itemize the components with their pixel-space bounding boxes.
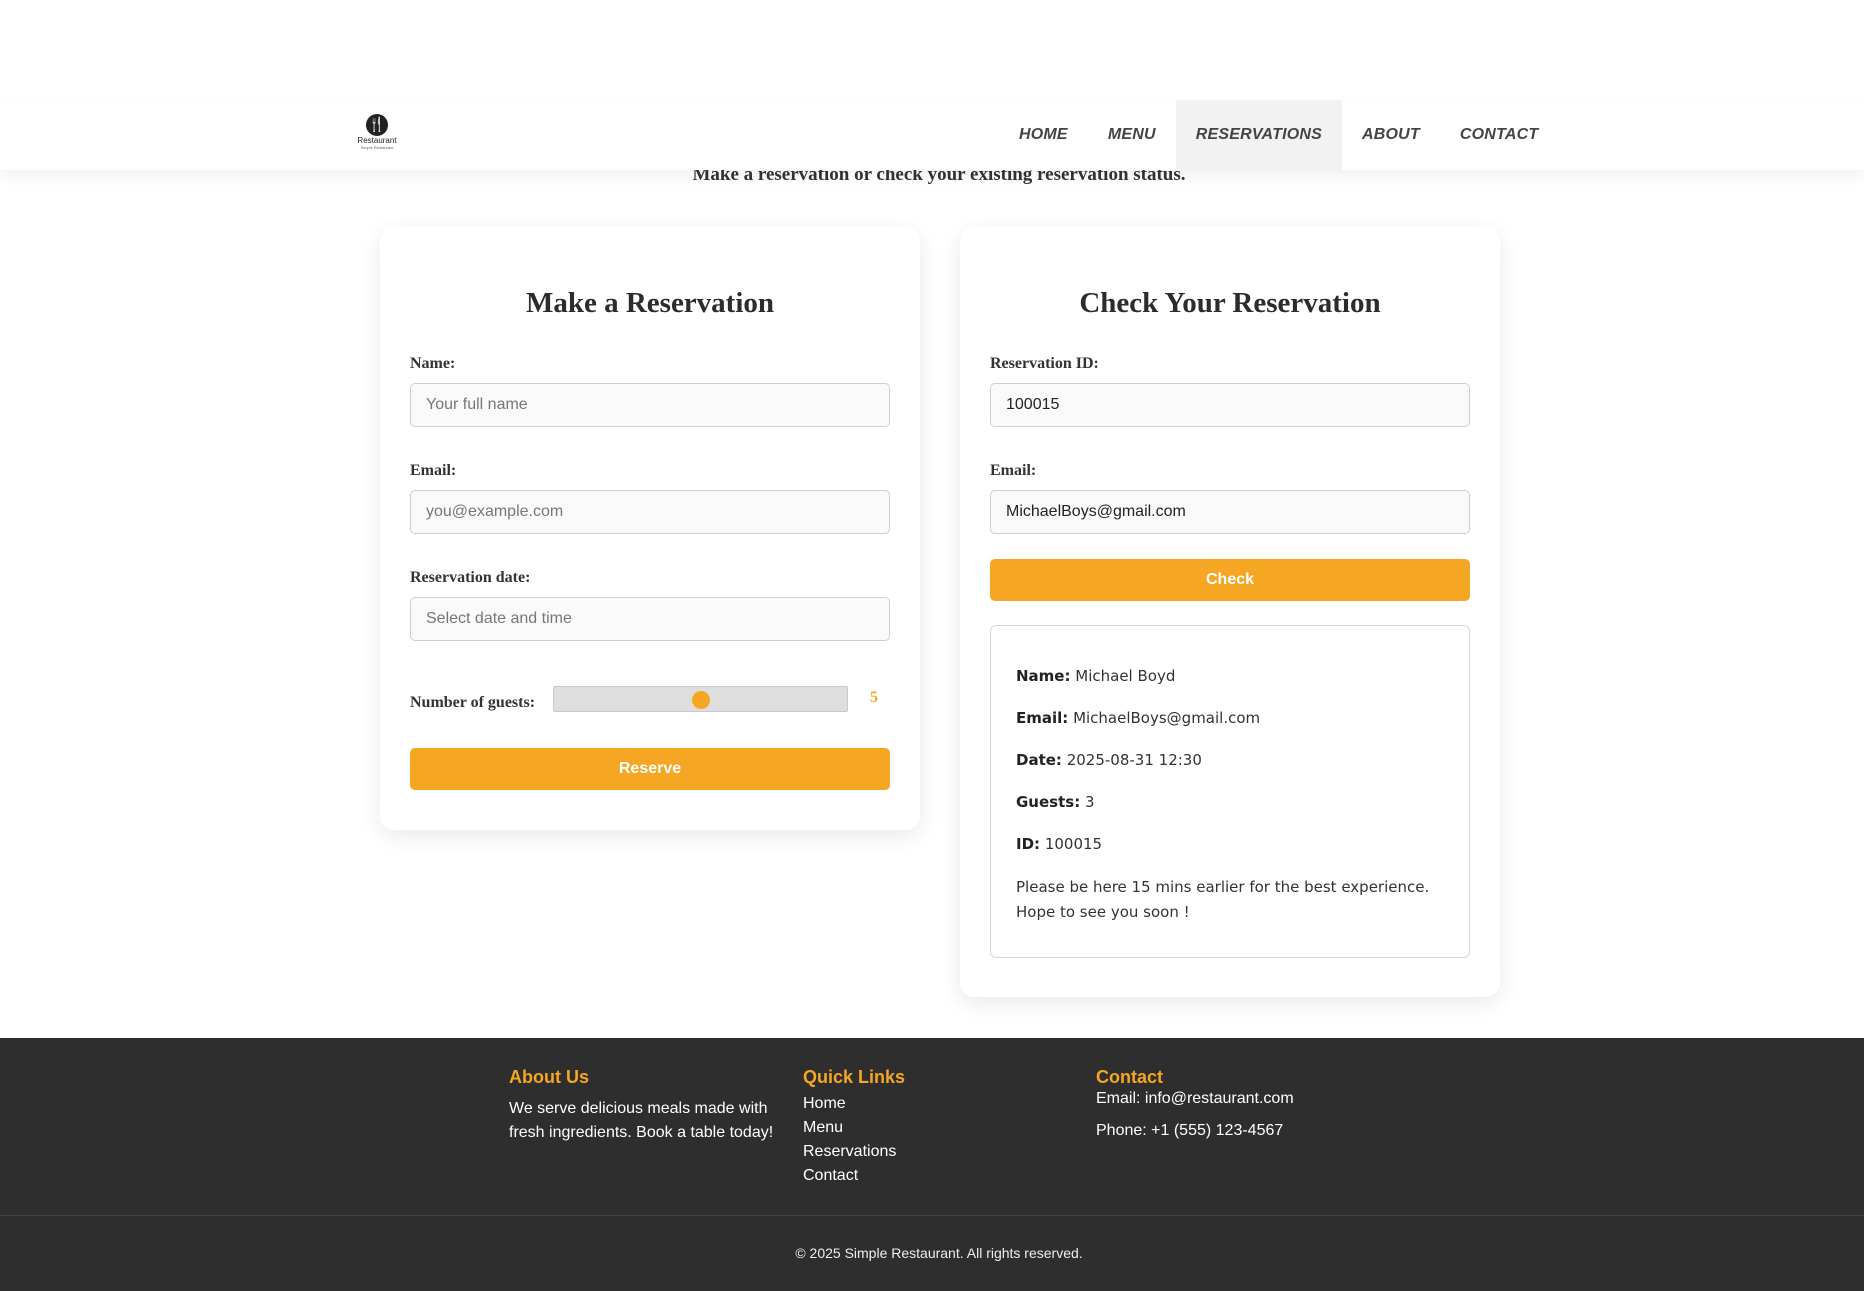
nav-contact[interactable]: CONTACT	[1440, 100, 1558, 170]
reservation-date-label: Reservation date:	[410, 569, 531, 586]
check-email-input[interactable]	[990, 490, 1470, 534]
site-footer: About Us We serve delicious meals made w…	[0, 1038, 1864, 1291]
result-name-row: Name: Michael Boyd	[1016, 666, 1444, 708]
footer-link-contact[interactable]: Contact	[803, 1167, 858, 1184]
footer-links-title: Quick Links	[803, 1067, 906, 1087]
name-input[interactable]	[410, 383, 890, 427]
footer-contact-email: Email: info@restaurant.com	[1096, 1090, 1294, 1107]
name-label: Name:	[410, 355, 456, 372]
result-email-key: Email:	[1016, 709, 1069, 727]
footer-link-menu[interactable]: Menu	[803, 1119, 843, 1136]
footer-contact: Contact Email: info@restaurant.com Phone…	[1096, 1067, 1376, 1143]
footer-link-reservations[interactable]: Reservations	[803, 1143, 896, 1160]
reserve-button[interactable]: Reserve	[410, 748, 890, 790]
result-note-line-1: Please be here 15 mins earlier for the b…	[1016, 878, 1430, 896]
result-email-value: MichaelBoys@gmail.com	[1073, 709, 1261, 727]
guests-slider[interactable]	[553, 686, 848, 712]
fork-knife-icon: 🍴	[366, 114, 388, 136]
check-reservation-title: Check Your Reservation	[1079, 287, 1381, 319]
email-label: Email:	[410, 462, 457, 479]
result-name-value: Michael Boyd	[1075, 667, 1176, 685]
footer-about-text: We serve delicious meals made with fresh…	[509, 1100, 774, 1141]
footer-copyright: © 2025 Simple Restaurant. All rights res…	[795, 1245, 1083, 1261]
result-note: Please be here 15 mins earlier for the b…	[1016, 875, 1444, 925]
reservation-result-panel: Name: Michael Boyd Email: MichaelBoys@gm…	[990, 625, 1470, 958]
nav-about[interactable]: ABOUT	[1342, 100, 1440, 170]
footer-link-home[interactable]: Home	[803, 1095, 846, 1112]
make-reservation-card: Make a Reservation Name: Email: Reservat…	[380, 227, 920, 830]
logo-subtext: Simple Restaurant	[360, 145, 394, 150]
result-date-row: Date: 2025-08-31 12:30	[1016, 750, 1444, 792]
email-input[interactable]	[410, 490, 890, 534]
check-reservation-card: Check Your Reservation Reservation ID: E…	[960, 227, 1500, 997]
footer-contact-phone: Phone: +1 (555) 123-4567	[1096, 1122, 1284, 1139]
reservation-date-input[interactable]	[410, 597, 890, 641]
result-note-line-2: Hope to see you soon !	[1016, 903, 1190, 921]
logo-text: Restaurant	[357, 136, 397, 145]
result-guests-row: Guests: 3	[1016, 792, 1444, 834]
result-date-key: Date:	[1016, 751, 1062, 769]
main-nav: HOME MENU RESERVATIONS ABOUT CONTACT	[999, 100, 1558, 170]
result-guests-key: Guests:	[1016, 793, 1081, 811]
nav-home[interactable]: HOME	[999, 100, 1088, 170]
result-guests-value: 3	[1084, 793, 1095, 811]
footer-about: About Us We serve delicious meals made w…	[509, 1067, 789, 1145]
result-id-key: ID:	[1016, 835, 1041, 853]
result-name-key: Name:	[1016, 667, 1071, 685]
site-header: 🍴 Restaurant Simple Restaurant HOME MENU…	[0, 100, 1864, 170]
reservation-id-label: Reservation ID:	[990, 355, 1099, 372]
check-email-label: Email:	[990, 462, 1037, 479]
result-email-row: Email: MichaelBoys@gmail.com	[1016, 708, 1444, 750]
result-date-value: 2025-08-31 12:30	[1066, 751, 1202, 769]
footer-quick-links: Quick Links Home Menu Reservations Conta…	[803, 1067, 1083, 1188]
make-reservation-title: Make a Reservation	[525, 287, 775, 319]
footer-about-title: About Us	[509, 1067, 589, 1087]
guests-label: Number of guests:	[410, 694, 536, 711]
guests-slider-thumb[interactable]	[691, 691, 710, 709]
nav-reservations[interactable]: RESERVATIONS	[1175, 100, 1343, 170]
result-id-row: ID: 100015	[1016, 834, 1444, 876]
guests-value: 5	[870, 689, 878, 706]
reservation-id-input[interactable]	[990, 383, 1470, 427]
check-button[interactable]: Check	[990, 559, 1470, 601]
result-id-value: 100015	[1044, 835, 1103, 853]
restaurant-logo[interactable]: 🍴 Restaurant Simple Restaurant	[355, 114, 399, 154]
footer-divider	[0, 1215, 1864, 1216]
nav-menu[interactable]: MENU	[1088, 100, 1176, 170]
